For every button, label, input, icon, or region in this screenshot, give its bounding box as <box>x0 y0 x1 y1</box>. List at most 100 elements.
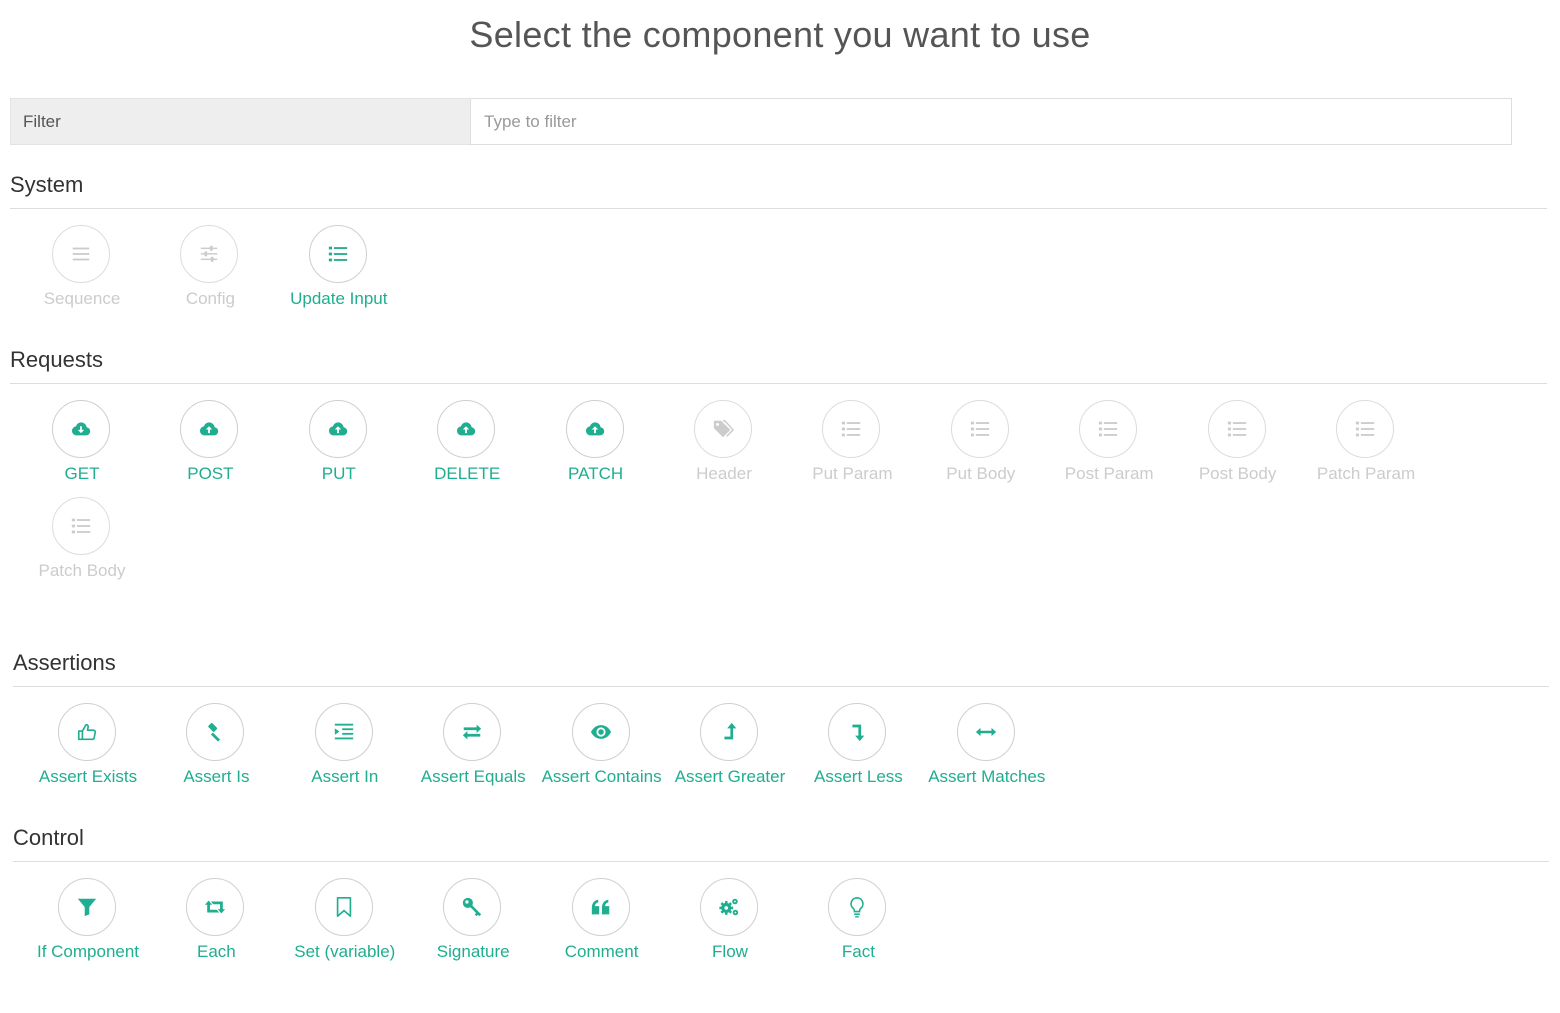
section-assertions: Assertions <box>13 650 1549 687</box>
component-post-param-button[interactable]: Post Param <box>1045 400 1173 492</box>
arrows-h-icon <box>956 703 1015 761</box>
thumbs-up-icon <box>58 703 116 761</box>
component-label: Assert Equals <box>420 767 526 786</box>
component-label: Each <box>197 942 236 961</box>
list-icon <box>822 400 881 458</box>
retweet-icon <box>186 878 245 936</box>
component-label: GET <box>64 464 100 483</box>
component-header-button[interactable]: Header <box>660 400 788 492</box>
component-label: If Component <box>36 942 140 961</box>
filter-label: Filter <box>10 98 470 145</box>
cogs-icon <box>700 878 758 936</box>
section-title: Assertions <box>13 650 116 675</box>
list-icon <box>950 400 1009 458</box>
component-label: PUT <box>321 464 356 483</box>
bookmark-icon <box>314 878 373 936</box>
component-patch-button[interactable]: PATCH <box>532 400 660 492</box>
section-system: System <box>10 172 1547 209</box>
exchange-icon <box>443 703 502 761</box>
component-label: Assert Is <box>183 767 250 786</box>
component-label: Assert Greater <box>674 767 786 786</box>
list-icon <box>1079 400 1138 458</box>
cloud-download-icon <box>52 400 110 458</box>
component-label: PATCH <box>568 464 624 483</box>
cloud-upload-icon <box>180 400 239 458</box>
component-assert-equals-button[interactable]: Assert Equals <box>409 703 537 795</box>
component-fact-button[interactable]: Fact <box>794 878 922 970</box>
component-assert-greater-button[interactable]: Assert Greater <box>666 703 794 795</box>
eye-icon <box>571 703 630 761</box>
component-signature-button[interactable]: Signature <box>409 878 537 970</box>
filter-bar: Filter <box>10 98 1512 145</box>
component-comment-button[interactable]: Comment <box>538 878 666 970</box>
component-assert-less-button[interactable]: Assert Less <box>794 703 922 795</box>
component-if-component-button[interactable]: If Component <box>24 878 152 970</box>
component-label: Fact <box>841 942 875 961</box>
component-assert-matches-button[interactable]: Assert Matches <box>923 703 1051 795</box>
quote-icon <box>571 878 630 936</box>
filter-input[interactable] <box>470 98 1512 145</box>
level-down-icon <box>828 703 887 761</box>
list-icon <box>308 225 367 283</box>
bars-icon <box>52 225 110 283</box>
component-sequence-button[interactable]: Sequence <box>18 225 146 317</box>
cloud-upload-icon <box>565 400 624 458</box>
key-icon <box>443 878 502 936</box>
component-label: Assert Exists <box>38 767 138 786</box>
component-flow-button[interactable]: Flow <box>666 878 794 970</box>
component-label: Patch Body <box>38 561 126 580</box>
cloud-upload-icon <box>308 400 367 458</box>
lightbulb-icon <box>828 878 887 936</box>
section-requests: Requests <box>10 347 1547 384</box>
component-label: Flow <box>712 942 748 961</box>
gavel-icon <box>186 703 245 761</box>
filter-icon <box>58 878 116 936</box>
section-title: System <box>10 172 84 197</box>
component-update-input-button[interactable]: Update Input <box>275 225 403 317</box>
component-config-button[interactable]: Config <box>146 225 274 317</box>
indent-icon <box>314 703 373 761</box>
component-label: Assert In <box>311 767 379 786</box>
component-delete-button[interactable]: DELETE <box>403 400 531 492</box>
component-label: Config <box>185 289 235 308</box>
component-label: Assert Less <box>813 767 903 786</box>
component-label: Assert Matches <box>928 767 1046 786</box>
list-icon <box>52 497 110 555</box>
component-label: POST <box>187 464 234 483</box>
list-icon <box>1207 400 1266 458</box>
sliders-icon <box>180 225 239 283</box>
component-set-variable-button[interactable]: Set (variable) <box>281 878 409 970</box>
component-label: Put Param <box>812 464 893 483</box>
component-label: Set (variable) <box>294 942 396 961</box>
section-title: Control <box>13 825 84 850</box>
cloud-upload-icon <box>437 400 496 458</box>
component-label: Put Body <box>946 464 1016 483</box>
component-each-button[interactable]: Each <box>152 878 280 970</box>
component-assert-exists-button[interactable]: Assert Exists <box>24 703 152 795</box>
component-post-button[interactable]: POST <box>146 400 274 492</box>
component-label: Post Param <box>1064 464 1154 483</box>
component-get-button[interactable]: GET <box>18 400 146 492</box>
list-icon <box>1336 400 1394 458</box>
component-patch-body-button[interactable]: Patch Body <box>18 497 146 589</box>
component-label: DELETE <box>434 464 501 483</box>
section-control: Control <box>13 825 1549 862</box>
component-post-body-button[interactable]: Post Body <box>1174 400 1302 492</box>
component-put-body-button[interactable]: Put Body <box>917 400 1045 492</box>
section-divider <box>10 383 1547 384</box>
component-put-param-button[interactable]: Put Param <box>788 400 916 492</box>
level-up-icon <box>700 703 758 761</box>
component-label: Sequence <box>43 289 121 308</box>
component-put-button[interactable]: PUT <box>275 400 403 492</box>
component-assert-contains-button[interactable]: Assert Contains <box>538 703 666 795</box>
section-title: Requests <box>10 347 103 372</box>
component-label: Post Body <box>1198 464 1277 483</box>
component-assert-is-button[interactable]: Assert Is <box>152 703 280 795</box>
section-divider <box>13 861 1549 862</box>
component-label: Patch Param <box>1316 464 1416 483</box>
component-label: Header <box>696 464 752 483</box>
component-patch-param-button[interactable]: Patch Param <box>1302 400 1430 492</box>
component-assert-in-button[interactable]: Assert In <box>281 703 409 795</box>
section-divider <box>13 686 1549 687</box>
component-label: Assert Contains <box>541 767 662 786</box>
